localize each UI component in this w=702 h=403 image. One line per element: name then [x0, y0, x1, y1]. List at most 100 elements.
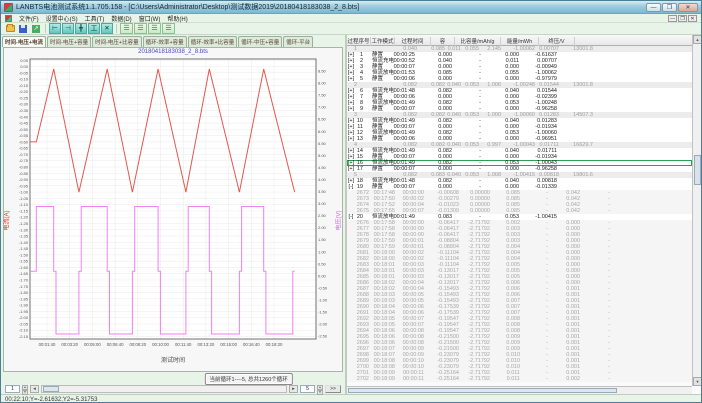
toolbar-separator [116, 24, 117, 33]
svg-text:-1.80: -1.80 [19, 290, 29, 295]
tab-cycle-efficiency-capacity[interactable]: 循环-效率+容量 [143, 36, 187, 47]
menu-tools[interactable]: 工具(T) [85, 14, 105, 23]
cursor-position-readout: 00:22:10;Y=-2.61632;Y2=-5.31753 [5, 397, 97, 403]
svg-text:3.00: 3.00 [318, 201, 327, 206]
marker-right-button[interactable]: ⊣ [62, 23, 74, 34]
svg-text:6.00: 6.00 [318, 129, 327, 134]
mdi-close-button[interactable]: ✕ [688, 15, 697, 22]
tools-button[interactable]: 工 [88, 23, 100, 34]
tab-time-voltage-specific-capacity[interactable]: 时间-电压+比容量 [92, 36, 142, 47]
svg-text:2.50: 2.50 [318, 213, 327, 218]
chart-pager: 1 ▲▼ ◄ ► 5 ▲▼ >> [1, 384, 345, 394]
list-record-button[interactable]: ☰ [162, 23, 175, 34]
table-hscrollbar-thumb[interactable] [348, 388, 617, 393]
menu-help[interactable]: 帮助(H) [167, 14, 187, 23]
svg-text:-1.60: -1.60 [19, 265, 29, 270]
menu-file[interactable]: 文件(F) [19, 14, 39, 23]
svg-text:-0.55: -0.55 [19, 133, 29, 138]
svg-text:8.00: 8.00 [318, 81, 327, 86]
folder-icon [6, 25, 15, 32]
table-vscrollbar[interactable]: ▲ ▼ [692, 35, 701, 386]
svg-text:-0.35: -0.35 [19, 108, 29, 113]
svg-text:-1.00: -1.00 [318, 297, 328, 302]
list-cycle-button[interactable]: ☰ [134, 23, 147, 34]
tab-cycle-platform[interactable]: 循环-平台 [283, 36, 313, 47]
cycle-info-label: 当前循环1----5, 总共1260个循环 [205, 373, 293, 385]
tab-cycle-midvoltage-capacity[interactable]: 循环-中压+容量 [238, 36, 282, 47]
svg-text:-1.20: -1.20 [19, 215, 29, 220]
table-cell: 0.011 [476, 376, 520, 382]
header-work-mode[interactable]: 工作模式 [371, 37, 395, 46]
menu-data[interactable]: 数据(D) [111, 14, 131, 23]
tab-cycle-efficiency-specific-capacity[interactable]: 循环-效率+比容量 [188, 36, 238, 47]
cross-cursor-button[interactable]: ╋ [75, 23, 87, 34]
app-window: LANBTS电池测试系统1.1.705.158 - [C:\Users\Admi… [0, 0, 702, 403]
scroll-up-icon[interactable]: ▲ [693, 35, 701, 44]
left-axis-label: 电流(A) [2, 210, 11, 230]
header-capacity[interactable]: 容量/mAh [431, 37, 455, 46]
floppy-icon [19, 25, 27, 33]
mdi-minimize-button[interactable]: — [668, 15, 677, 22]
svg-text:-2.00: -2.00 [318, 322, 328, 327]
svg-text:-0.85: -0.85 [19, 171, 29, 176]
scroll-right-button[interactable]: ► [289, 385, 298, 393]
svg-text:-2.15: -2.15 [19, 334, 29, 339]
marker-left-button[interactable]: ⊢ [49, 23, 61, 34]
svg-text:0.00: 0.00 [20, 64, 29, 69]
table-vscrollbar-thumb[interactable] [694, 155, 701, 185]
start-cycle-input[interactable]: 1 [5, 385, 20, 393]
svg-text:3.50: 3.50 [318, 189, 327, 194]
app-logo-icon [4, 3, 13, 12]
cycle-count-stepper[interactable]: ▲▼ [317, 385, 323, 393]
list-step-button[interactable]: ☰ [148, 23, 161, 34]
save-file-button[interactable] [17, 23, 29, 34]
record-row[interactable]: 270200:18:0900:00:11-0.25164-2.717920.01… [347, 376, 692, 382]
svg-text:-2.10: -2.10 [19, 328, 29, 333]
svg-text:-1.00: -1.00 [19, 190, 29, 195]
svg-text:00:05:00: 00:05:00 [84, 342, 101, 347]
list-all-button[interactable]: ☰ [120, 23, 133, 34]
header-end-voltage[interactable]: 终压/V [539, 37, 575, 46]
maximize-button[interactable]: ❐ [662, 3, 677, 12]
table-hscrollbar[interactable] [347, 386, 692, 394]
header-process-index[interactable]: 过程序号 [347, 37, 371, 46]
export-data-button[interactable]: ↗ [30, 23, 42, 34]
scroll-left-button[interactable]: ◄ [30, 385, 39, 393]
table-header: 过程序号 工作模式 过程时间 容量/mAh 比容量/mAh/g 能量/mWh 终… [347, 35, 692, 46]
svg-text:-0.80: -0.80 [19, 164, 29, 169]
tab-time-voltage-current[interactable]: 时间-电压+电流 [2, 36, 46, 47]
stepper-down-icon[interactable]: ▼ [22, 390, 28, 395]
window-title: LANBTS电池测试系统1.1.705.158 - [C:\Users\Admi… [16, 2, 646, 12]
header-energy[interactable]: 能量/mWh [501, 37, 539, 46]
chart-scrollbar[interactable] [41, 385, 287, 393]
svg-text:00:10:00: 00:10:00 [152, 342, 169, 347]
close-button[interactable]: ✕ [678, 3, 698, 12]
svg-text:2.00: 2.00 [318, 225, 327, 230]
svg-text:-0.15: -0.15 [19, 83, 29, 88]
x-axis-label: 测试时间 [4, 355, 342, 364]
clear-marker-button[interactable]: ✕ [101, 23, 113, 34]
svg-text:00:03:20: 00:03:20 [61, 342, 78, 347]
scroll-down-icon[interactable]: ▼ [693, 377, 701, 386]
header-specific-capacity[interactable]: 比容量/mAh/g [455, 37, 501, 46]
menu-settings-center[interactable]: 设置中心(S) [46, 14, 78, 23]
tab-time-voltage-capacity[interactable]: 时间-电压+容量 [47, 36, 91, 47]
chart-scrollbar-thumb[interactable] [43, 386, 59, 392]
stepper-down-icon[interactable]: ▼ [317, 390, 323, 395]
svg-text:-0.70: -0.70 [19, 152, 29, 157]
start-cycle-stepper[interactable]: ▲▼ [22, 385, 28, 393]
fast-forward-button[interactable]: >> [325, 385, 341, 393]
cycle-count-input[interactable]: 5 [300, 385, 315, 393]
open-file-button[interactable] [4, 23, 16, 34]
svg-text:-1.70: -1.70 [19, 277, 29, 282]
mdi-restore-button[interactable]: ❐ [678, 15, 687, 22]
minimize-button[interactable]: — [646, 3, 661, 12]
header-process-time[interactable]: 过程时间 [395, 37, 431, 46]
chart-panel: 时间-电压+电流 时间-电压+容量 时间-电压+比容量 循环-效率+容量 循环-… [1, 35, 347, 394]
menubar: 文件(F) 设置中心(S) 工具(T) 数据(D) 窗口(W) 帮助(H) — … [1, 14, 701, 23]
toolbar-separator [45, 24, 46, 33]
process-row[interactable]: [+]16恒流放电00:01:490.082-0.053-1.00043 [347, 160, 692, 166]
menu-window[interactable]: 窗口(W) [139, 14, 161, 23]
chart-area[interactable]: 20180418183038_2_8.bts 电流(A) 电压(V) 测试时间 … [3, 47, 343, 372]
svg-text:00:18:20: 00:18:20 [266, 342, 283, 347]
